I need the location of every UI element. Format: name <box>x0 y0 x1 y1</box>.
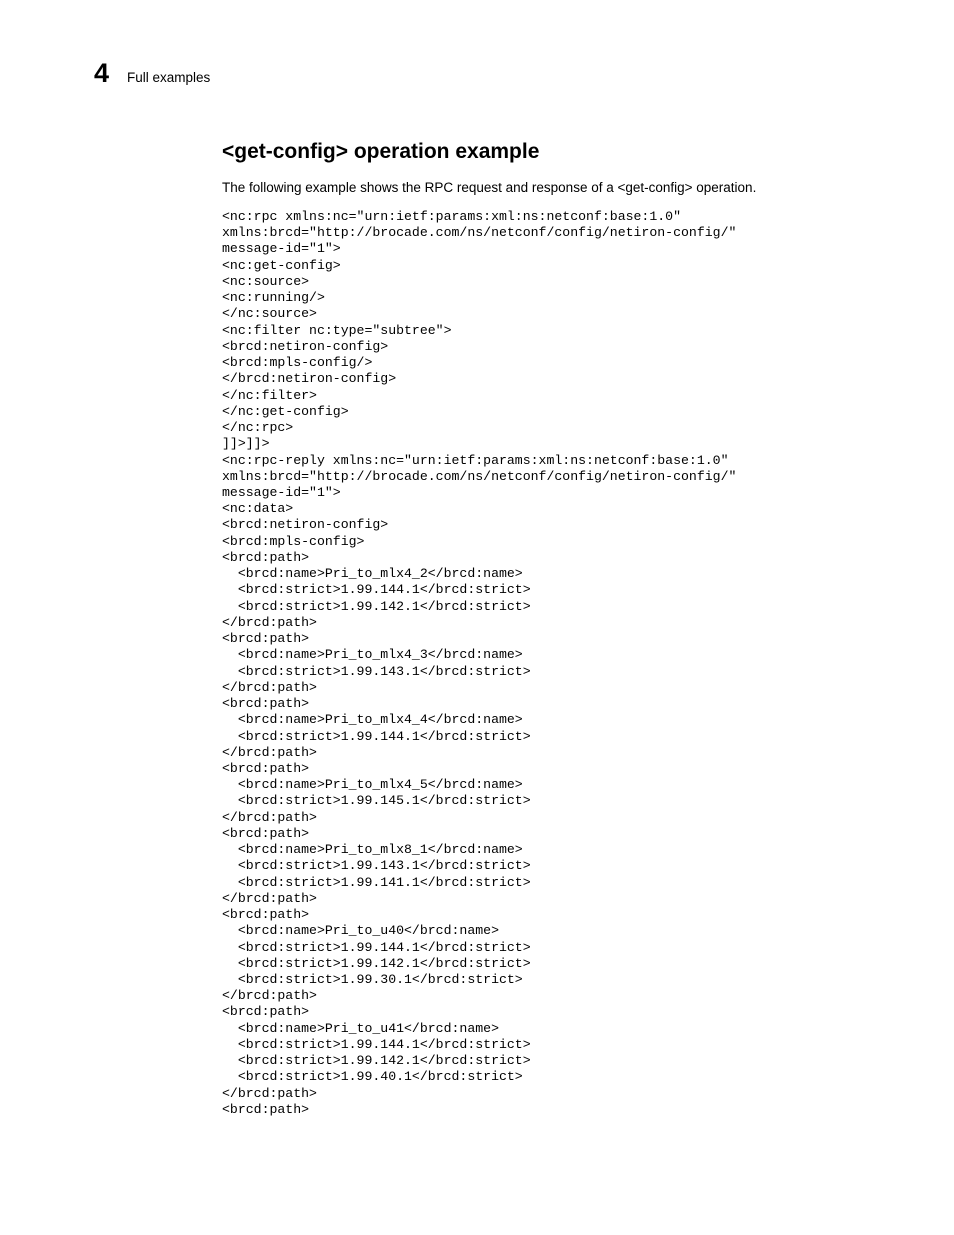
section-intro: The following example shows the RPC requ… <box>222 180 862 195</box>
header-section-title: Full examples <box>127 70 210 85</box>
page-content: <get-config> operation example The follo… <box>222 140 862 1118</box>
page-number: 4 <box>94 58 109 89</box>
section-heading: <get-config> operation example <box>222 140 862 164</box>
code-block: <nc:rpc xmlns:nc="urn:ietf:params:xml:ns… <box>222 209 862 1118</box>
page-header: 4 Full examples <box>94 58 210 89</box>
